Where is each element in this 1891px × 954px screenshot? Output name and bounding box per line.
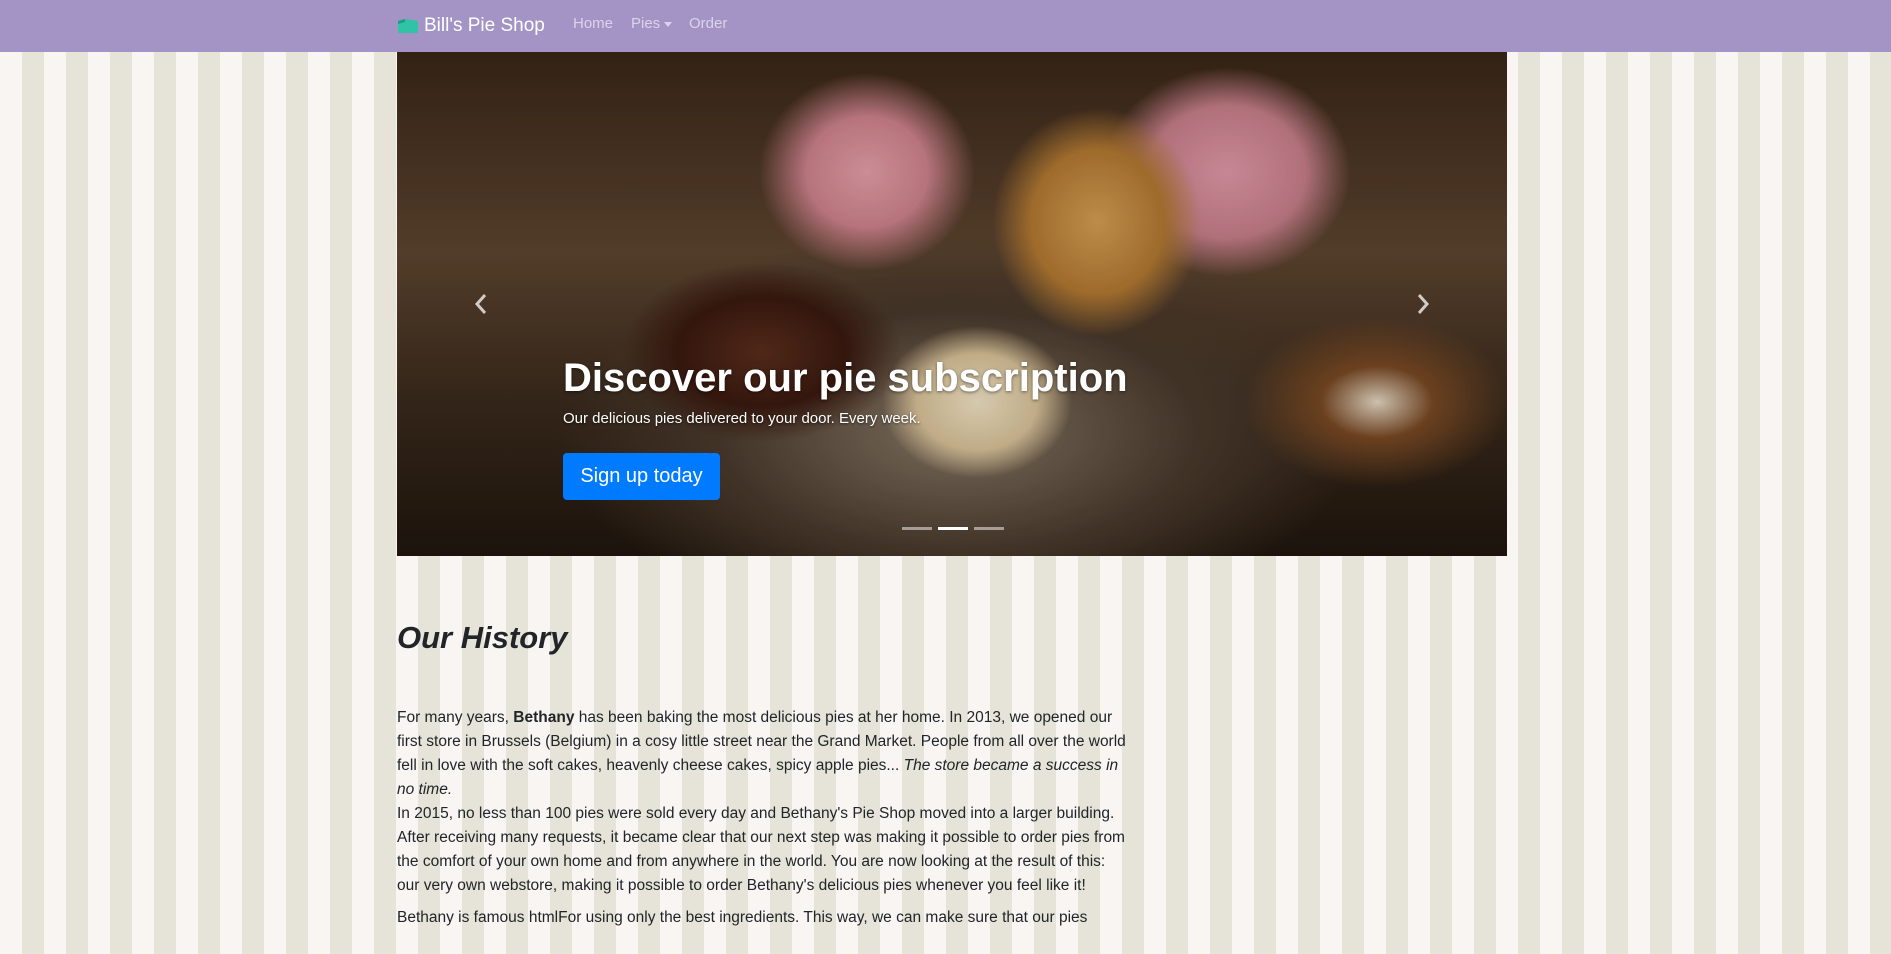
carousel-next-button[interactable]: [1408, 284, 1438, 324]
bethany-bold: Bethany: [513, 709, 575, 726]
history-paragraph-1: For many years, Bethany has been baking …: [397, 709, 1126, 894]
brand-label: Bill's Pie Shop: [424, 15, 545, 36]
pie-logo-icon: [398, 19, 418, 33]
carousel-indicator-1[interactable]: [902, 527, 932, 530]
nav-home[interactable]: Home: [573, 15, 613, 32]
hero-carousel: Discover our pie subscription Our delici…: [397, 52, 1507, 556]
history-heading: Our History: [397, 620, 568, 655]
nav-pies-label: Pies: [631, 15, 661, 32]
navbar: Bill's Pie Shop Home Pies Order: [0, 0, 1891, 52]
carousel-indicator-2[interactable]: [938, 527, 968, 530]
carousel-subtitle: Our delicious pies delivered to your doo…: [563, 410, 921, 427]
chevron-down-icon: [664, 21, 673, 27]
chevron-left-icon: [474, 294, 487, 314]
nav-order[interactable]: Order: [689, 15, 727, 32]
carousel-title: Discover our pie subscription: [563, 356, 1128, 400]
nav-pies-dropdown[interactable]: Pies: [631, 15, 673, 32]
chevron-right-icon: [1417, 294, 1430, 314]
carousel-prev-button[interactable]: [466, 284, 496, 324]
brand-link[interactable]: Bill's Pie Shop: [397, 12, 545, 40]
sign-up-button[interactable]: Sign up today: [563, 453, 720, 500]
carousel-caption: Discover our pie subscription Our delici…: [563, 356, 1128, 427]
history-text: For many years, Bethany has been baking …: [397, 706, 1129, 938]
carousel-indicator-3[interactable]: [974, 527, 1004, 530]
carousel-indicators: [902, 527, 1004, 530]
history-paragraph-2: Bethany is famous htmlFor using only the…: [397, 909, 1088, 926]
